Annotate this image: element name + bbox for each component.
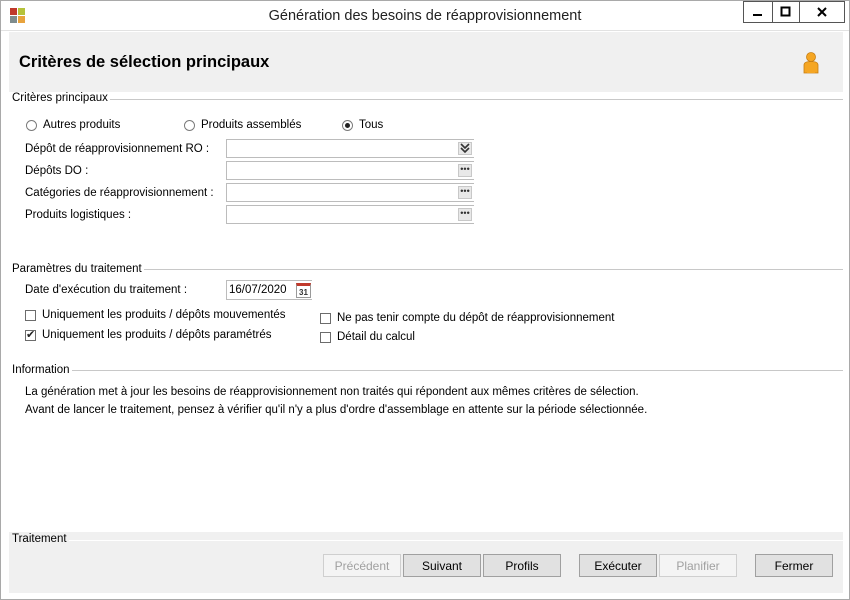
close-button[interactable] bbox=[799, 1, 845, 23]
profils-button[interactable]: Profils bbox=[483, 554, 561, 577]
minimize-icon bbox=[753, 14, 762, 16]
planifier-button[interactable]: Planifier bbox=[659, 554, 737, 577]
info-line-1: La génération met à jour les besoins de … bbox=[25, 386, 639, 398]
checkbox-label: Uniquement les produits / dépôts paramét… bbox=[42, 329, 272, 341]
checkbox-box bbox=[25, 309, 36, 321]
radio-label: Tous bbox=[359, 119, 384, 131]
checkbox-box bbox=[320, 331, 331, 343]
radio-dot bbox=[184, 119, 195, 131]
checkbox-box-checked bbox=[25, 328, 36, 341]
date-label: Date d'exécution du traitement : bbox=[25, 284, 188, 296]
checkbox-box bbox=[320, 312, 331, 324]
checkbox-label: Détail du calcul bbox=[337, 331, 415, 343]
field-label-depots-do: Dépôts DO : bbox=[25, 165, 89, 177]
field-label-categories: Catégories de réapprovisionnement : bbox=[25, 187, 214, 199]
title-bar: Génération des besoins de réapprovisionn… bbox=[1, 1, 849, 31]
ellipsis-icon[interactable]: ••• bbox=[458, 186, 472, 199]
fermer-button[interactable]: Fermer bbox=[755, 554, 833, 577]
radio-tous[interactable]: Tous bbox=[342, 119, 383, 131]
info-divider bbox=[67, 370, 843, 371]
page-header: Critères de sélection principaux bbox=[9, 32, 843, 92]
chevron-down-icon[interactable] bbox=[458, 142, 472, 155]
params-divider bbox=[129, 269, 843, 270]
radio-dot-checked bbox=[342, 119, 353, 131]
checkbox-label: Uniquement les produits / dépôts mouveme… bbox=[42, 309, 286, 321]
precedent-button[interactable]: Précédent bbox=[323, 554, 401, 577]
radio-dot bbox=[26, 119, 37, 131]
checkbox-detail-calcul[interactable]: Détail du calcul bbox=[320, 331, 415, 343]
maximize-button[interactable] bbox=[772, 1, 800, 23]
field-label-produits-logistiques: Produits logistiques : bbox=[25, 209, 132, 221]
field-label-depot-ro: Dépôt de réapprovisionnement RO : bbox=[25, 143, 210, 155]
ellipsis-icon[interactable]: ••• bbox=[458, 164, 472, 177]
checkbox-label: Ne pas tenir compte du dépôt de réapprov… bbox=[337, 312, 615, 324]
categories-field[interactable]: ••• bbox=[226, 183, 474, 202]
radio-autres-produits[interactable]: Autres produits bbox=[26, 119, 120, 131]
depots-do-field[interactable]: ••• bbox=[226, 161, 474, 180]
radio-label: Produits assemblés bbox=[201, 119, 302, 131]
maximize-icon bbox=[780, 6, 791, 17]
radio-produits-assembles[interactable]: Produits assemblés bbox=[184, 119, 301, 131]
radio-label: Autres produits bbox=[43, 119, 121, 131]
date-value: 16/07/2020 bbox=[229, 284, 287, 296]
criteria-group-label: Critères principaux bbox=[12, 92, 110, 104]
close-icon bbox=[817, 7, 827, 17]
treatment-group-label: Traitement bbox=[12, 533, 69, 545]
produits-logistiques-field[interactable]: ••• bbox=[226, 205, 474, 224]
checkbox-parametres[interactable]: Uniquement les produits / dépôts paramét… bbox=[25, 328, 272, 341]
window-title: Génération des besoins de réapprovisionn… bbox=[268, 8, 582, 24]
minimize-button[interactable] bbox=[743, 1, 773, 23]
date-input[interactable]: 16/07/2020 31 bbox=[226, 280, 312, 300]
depot-ro-select[interactable] bbox=[226, 139, 474, 158]
params-group-label: Paramètres du traitement bbox=[12, 263, 144, 275]
calendar-icon[interactable]: 31 bbox=[296, 283, 311, 298]
ellipsis-icon[interactable]: ••• bbox=[458, 208, 472, 221]
info-group-label: Information bbox=[12, 364, 72, 376]
suivant-button[interactable]: Suivant bbox=[403, 554, 481, 577]
info-line-2: Avant de lancer le traitement, pensez à … bbox=[25, 404, 648, 416]
main-window: Génération des besoins de réapprovisionn… bbox=[0, 0, 850, 600]
checkbox-ne-pas-tenir-compte[interactable]: Ne pas tenir compte du dépôt de réapprov… bbox=[320, 312, 614, 324]
user-icon[interactable] bbox=[802, 52, 820, 74]
executer-button[interactable]: Exécuter bbox=[579, 554, 657, 577]
treatment-divider bbox=[65, 540, 843, 541]
page-title: Critères de sélection principaux bbox=[19, 53, 270, 71]
criteria-divider bbox=[99, 99, 843, 100]
checkbox-mouvementes[interactable]: Uniquement les produits / dépôts mouveme… bbox=[25, 309, 286, 321]
